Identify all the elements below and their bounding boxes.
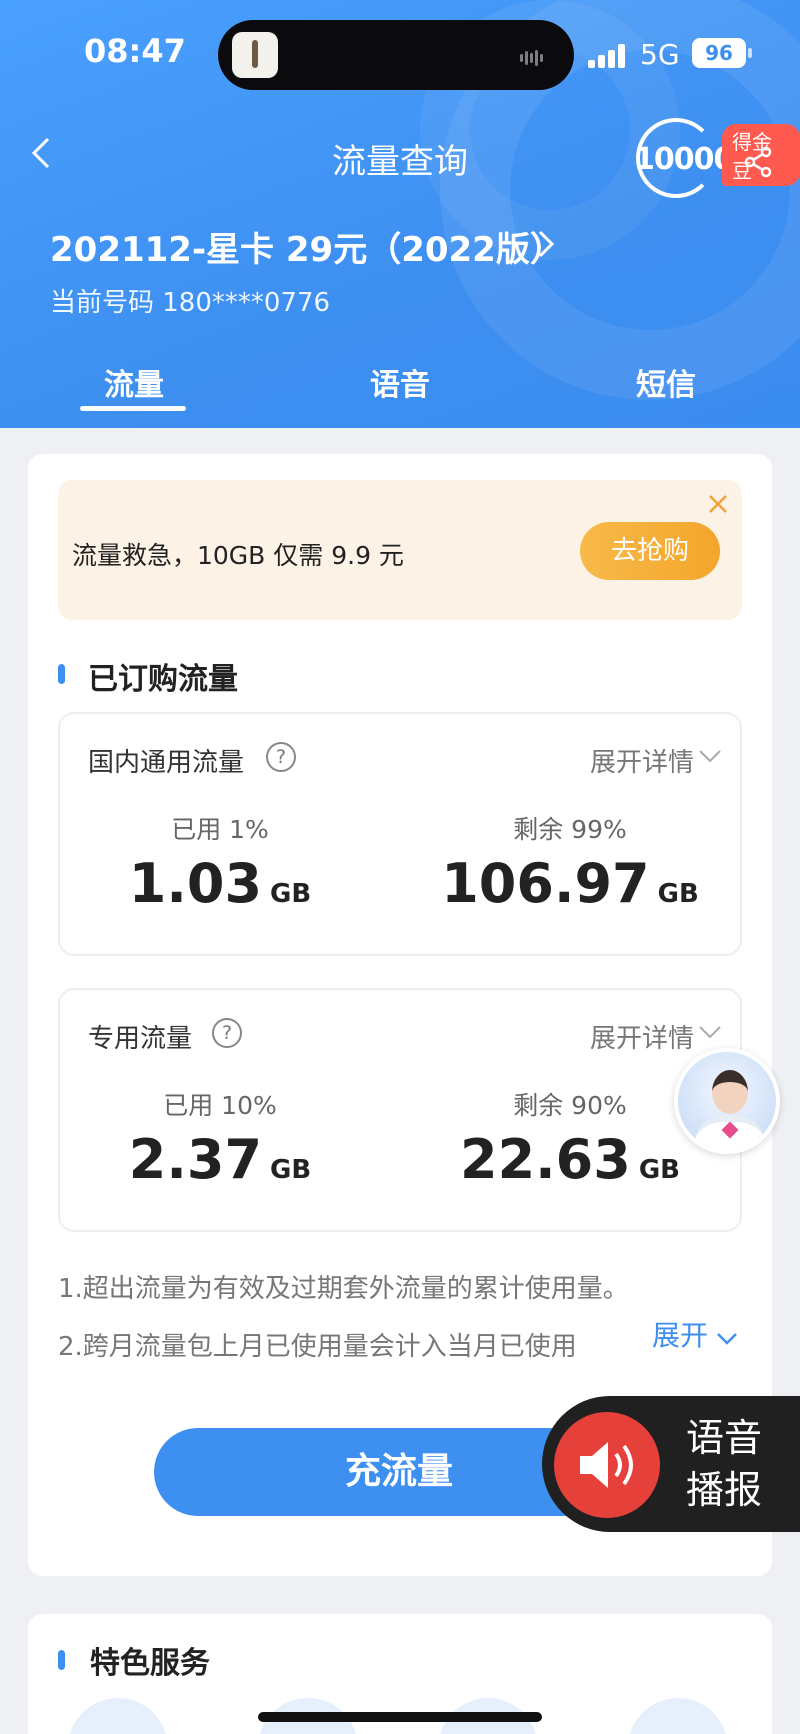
- used-amount: 2.37 GB: [70, 1128, 370, 1191]
- service-icon[interactable]: [68, 1698, 168, 1734]
- note-line-1: 1.超出流量为有效及过期套外流量的累计使用量。: [58, 1274, 629, 1304]
- tab-data[interactable]: 流量: [104, 360, 164, 404]
- remaining-value: 106.97: [441, 852, 650, 915]
- expand-details-link[interactable]: 展开详情: [590, 742, 694, 779]
- promo-text: 流量救急，10GB 仅需 9.9 元: [72, 541, 404, 570]
- service-10000-logo[interactable]: 10000: [634, 118, 734, 198]
- used-percent-label: 已用 10%: [163, 1091, 277, 1120]
- voice-broadcast-label: 语音 播报: [686, 1412, 762, 1516]
- section-title-subscribed: 已订购流量: [88, 662, 238, 697]
- chevron-down-icon[interactable]: [698, 748, 722, 764]
- voice-label-line2: 播报: [686, 1468, 763, 1512]
- tab-voice[interactable]: 语音: [370, 360, 430, 404]
- remaining-value: 22.63: [460, 1128, 631, 1191]
- home-indicator[interactable]: [258, 1712, 542, 1722]
- help-icon[interactable]: ?: [266, 742, 296, 772]
- remaining-percent-label: 剩余 99%: [513, 815, 627, 844]
- audio-wave-icon: [520, 47, 550, 66]
- now-playing-thumbnail: [232, 32, 278, 78]
- header: 08:47 5G 96 流量查询 10000 得金豆 202112-星卡 29元…: [0, 0, 800, 428]
- avatar-head: [712, 1070, 748, 1114]
- active-tab-indicator: [80, 406, 186, 411]
- speaker-icon: [554, 1412, 660, 1518]
- battery-tip: [748, 48, 752, 58]
- remaining-unit: GB: [638, 1155, 680, 1185]
- tab-sms[interactable]: 短信: [636, 360, 696, 404]
- service-icon[interactable]: [628, 1698, 728, 1734]
- logo-text: 10000: [634, 142, 734, 177]
- special-data-box: 专用流量 ? 展开详情 已用 10% 2.37 GB 剩余 90% 22.63 GB: [58, 988, 742, 1232]
- data-type-label: 国内通用流量: [88, 748, 245, 778]
- promo-banner: 流量救急，10GB 仅需 9.9 元 去抢购: [58, 480, 742, 620]
- data-type-label: 专用流量: [88, 1024, 193, 1054]
- notes-expand-link[interactable]: 展开: [648, 1314, 709, 1354]
- battery-icon: 96: [692, 38, 746, 68]
- remaining-amount: 106.97 GB: [420, 852, 720, 915]
- help-icon[interactable]: ?: [212, 1018, 242, 1048]
- section-title-services: 特色服务: [90, 1646, 210, 1681]
- used-unit: GB: [270, 1155, 312, 1185]
- remaining-unit: GB: [657, 879, 699, 909]
- used-value: 1.03: [128, 852, 263, 915]
- chevron-down-icon[interactable]: [698, 1024, 722, 1040]
- used-value: 2.37: [128, 1128, 263, 1191]
- share-icon[interactable]: [742, 146, 774, 178]
- dynamic-island[interactable]: [218, 20, 574, 90]
- used-unit: GB: [270, 879, 312, 909]
- domestic-data-box: 国内通用流量 ? 展开详情 已用 1% 1.03 GB 剩余 99% 106.97…: [58, 712, 742, 956]
- plan-name[interactable]: 202112-星卡 29元（2022版）: [50, 222, 564, 271]
- voice-label-line1: 语音: [686, 1416, 763, 1460]
- used-percent-label: 已用 1%: [171, 815, 269, 844]
- remaining-percent-label: 剩余 90%: [513, 1091, 627, 1120]
- remaining-amount: 22.63 GB: [420, 1128, 720, 1191]
- used-amount: 1.03 GB: [70, 852, 370, 915]
- note-line-2: 2.跨月流量包上月已使用量会计入当月已使用: [58, 1332, 577, 1362]
- section-marker: [58, 664, 65, 684]
- buy-now-button[interactable]: 去抢购: [580, 522, 720, 580]
- section-marker: [58, 1650, 65, 1670]
- voice-broadcast-button[interactable]: 语音 播报: [542, 1396, 800, 1532]
- network-type: 5G: [640, 38, 680, 71]
- chevron-down-icon[interactable]: [716, 1332, 738, 1346]
- status-time: 08:47: [84, 32, 186, 70]
- chevron-right-icon[interactable]: [536, 228, 556, 260]
- expand-details-link[interactable]: 展开详情: [590, 1018, 694, 1055]
- signal-icon: [588, 44, 628, 68]
- assistant-avatar[interactable]: [674, 1048, 780, 1154]
- close-icon[interactable]: [706, 492, 730, 516]
- current-number: 当前号码 180****0776: [50, 288, 331, 318]
